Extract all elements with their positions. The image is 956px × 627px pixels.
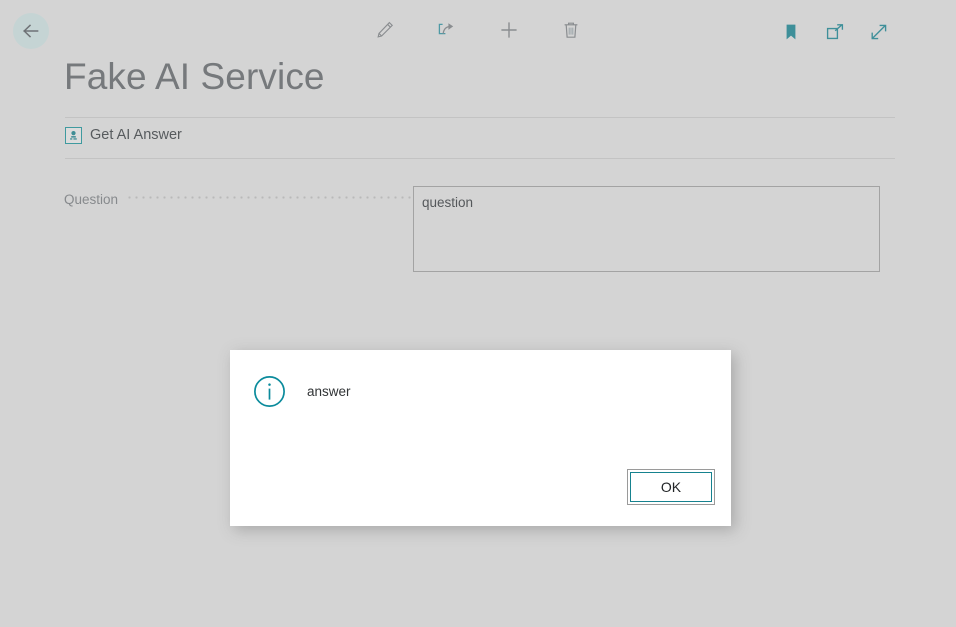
dialog-message: answer: [307, 384, 351, 399]
dialog-footer: OK: [627, 469, 715, 505]
ok-button[interactable]: OK: [627, 469, 715, 505]
message-dialog: answer OK: [230, 350, 731, 526]
modal-scrim: answer OK: [0, 0, 956, 627]
info-icon: [253, 375, 286, 408]
business-central-page: Fake AI Service Get AI Answer Question q…: [0, 0, 956, 627]
dialog-body: answer: [253, 375, 351, 408]
